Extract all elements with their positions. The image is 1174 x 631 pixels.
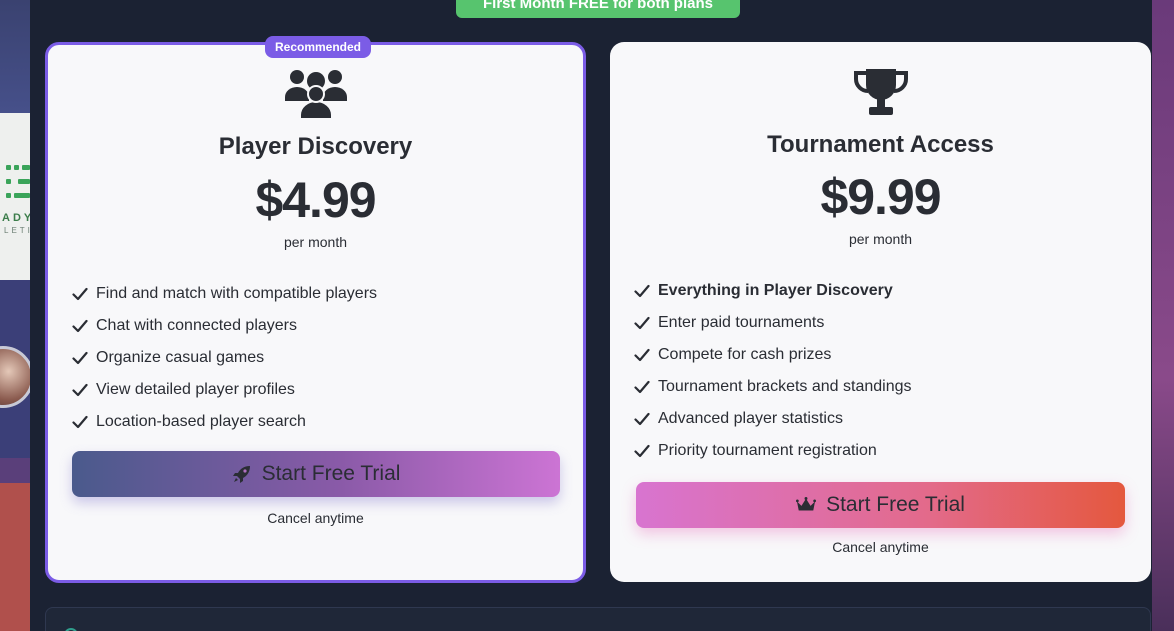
feature-item: Advanced player statistics <box>634 403 911 435</box>
feature-text: Tournament brackets and standings <box>658 378 912 395</box>
plan-price: $9.99 <box>820 169 941 225</box>
background-page-strip: ADY LETI <box>0 0 30 631</box>
check-icon <box>634 348 650 362</box>
feature-item: View detailed player profiles <box>72 374 377 406</box>
feature-text: Organize casual games <box>96 349 265 366</box>
feature-item: Priority tournament registration <box>634 435 911 467</box>
plan-card-player-discovery: Recommended Player Discovery $4.99 per m… <box>45 36 586 583</box>
feature-item: Organize casual games <box>72 342 377 374</box>
check-icon <box>72 415 88 429</box>
background-page-strip-right <box>1152 0 1174 631</box>
feature-text: Compete for cash prizes <box>658 346 832 363</box>
feature-text: Priority tournament registration <box>658 442 877 459</box>
background-band <box>0 0 30 113</box>
check-icon <box>634 444 650 458</box>
plan-price: $4.99 <box>255 172 376 228</box>
feature-text: Location-based player search <box>96 413 306 430</box>
feature-item: Everything in Player Discovery <box>634 275 911 307</box>
check-icon <box>72 351 88 365</box>
feature-item: Location-based player search <box>72 406 377 438</box>
feature-text: Find and match with compatible players <box>96 285 378 302</box>
check-icon <box>634 412 650 426</box>
start-free-trial-button[interactable]: Start Free Trial <box>72 451 560 497</box>
plan-period: per month <box>848 231 913 247</box>
feature-list: Find and match with compatible players C… <box>72 278 377 438</box>
cta-label: Start Free Trial <box>826 493 965 516</box>
cancel-note: Cancel anytime <box>832 539 929 555</box>
background-band <box>0 458 30 483</box>
feature-item: Find and match with compatible players <box>72 278 377 310</box>
feature-text: Everything in Player Discovery <box>658 282 893 299</box>
feature-item: Chat with connected players <box>72 310 377 342</box>
users-icon <box>284 70 347 119</box>
check-icon <box>634 380 650 394</box>
brand-logo-subtext: LETI <box>4 226 30 235</box>
brand-logo-icon <box>6 165 30 198</box>
background-band <box>0 483 30 631</box>
check-icon <box>72 319 88 333</box>
feature-item: Tournament brackets and standings <box>634 371 911 403</box>
plan-period: per month <box>283 234 348 250</box>
plan-title: Player Discovery <box>218 133 413 160</box>
feature-list: Everything in Player Discovery Enter pai… <box>634 275 911 467</box>
plan-title: Tournament Access <box>767 131 994 158</box>
check-icon <box>72 383 88 397</box>
plan-card-tournament-access: Tournament Access $9.99 per month Everyt… <box>610 42 1151 582</box>
trophy-icon <box>853 69 908 115</box>
feature-item: Compete for cash prizes <box>634 339 911 371</box>
check-icon <box>72 287 88 301</box>
rocket-icon <box>232 466 250 483</box>
feature-text: View detailed player profiles <box>96 381 295 398</box>
feature-text: Enter paid tournaments <box>658 314 825 331</box>
check-icon <box>634 316 650 330</box>
feature-text: Chat with connected players <box>96 317 297 334</box>
info-panel <box>45 607 1151 631</box>
recommended-badge: Recommended <box>265 36 371 58</box>
check-icon <box>634 284 650 298</box>
cta-label: Start Free Trial <box>261 462 401 485</box>
promo-banner: First Month FREE for both plans <box>456 0 740 18</box>
crown-icon <box>796 497 817 511</box>
cancel-note: Cancel anytime <box>267 510 364 526</box>
start-free-trial-button[interactable]: Start Free Trial <box>636 482 1125 528</box>
feature-text: Advanced player statistics <box>658 410 843 427</box>
feature-item: Enter paid tournaments <box>634 307 911 339</box>
brand-logo-text: ADY <box>2 212 30 224</box>
